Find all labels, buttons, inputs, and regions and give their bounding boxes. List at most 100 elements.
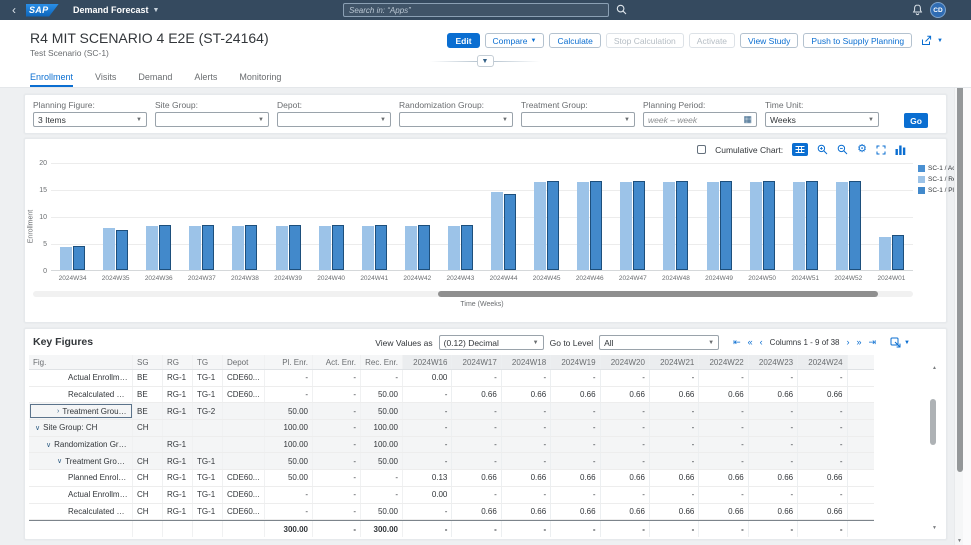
week-value-cell[interactable]: - bbox=[699, 453, 748, 469]
week-value-cell[interactable]: - bbox=[403, 387, 452, 403]
activate-button[interactable]: Activate bbox=[689, 33, 735, 48]
week-value-cell[interactable]: - bbox=[551, 420, 600, 436]
bar-pl-enr[interactable] bbox=[159, 225, 171, 270]
week-value-cell[interactable]: 0.66 bbox=[601, 504, 650, 520]
week-value-cell[interactable]: - bbox=[601, 453, 650, 469]
column-header[interactable]: Fig. bbox=[29, 355, 133, 369]
bar-pl-enr[interactable] bbox=[633, 181, 645, 270]
bar-rec-enr[interactable] bbox=[707, 182, 719, 270]
bar-rec-enr[interactable] bbox=[146, 226, 158, 270]
act-enr-cell[interactable]: - bbox=[313, 370, 361, 386]
sg-cell[interactable]: BE bbox=[133, 403, 163, 419]
column-header[interactable]: 2024W16 bbox=[403, 355, 452, 369]
rg-cell[interactable]: RG-1 bbox=[163, 387, 193, 403]
share-icon[interactable] bbox=[921, 35, 932, 46]
week-value-cell[interactable]: 0.66 bbox=[798, 387, 847, 403]
bar-rec-enr[interactable] bbox=[60, 247, 72, 270]
collapse-row-icon[interactable]: ∨ bbox=[57, 457, 62, 465]
chart-horizontal-scrollbar[interactable] bbox=[33, 291, 913, 297]
rec-enr-cell[interactable]: - bbox=[361, 470, 403, 486]
act-enr-cell[interactable]: - bbox=[313, 504, 361, 520]
scroll-down-icon[interactable]: ▼ bbox=[930, 525, 939, 531]
avatar[interactable]: CD bbox=[930, 2, 946, 18]
week-value-cell[interactable]: - bbox=[403, 420, 452, 436]
bar-rec-enr[interactable] bbox=[103, 228, 115, 270]
sg-cell[interactable]: CH bbox=[133, 453, 163, 469]
bar-pl-enr[interactable] bbox=[504, 194, 516, 270]
week-value-cell[interactable]: - bbox=[650, 403, 699, 419]
chevron-down-icon[interactable]: ▼ bbox=[153, 7, 160, 14]
act-enr-cell[interactable]: - bbox=[313, 387, 361, 403]
week-value-cell[interactable]: - bbox=[798, 370, 847, 386]
fig-cell[interactable]: ∨Randomization Group: RG-1 bbox=[29, 437, 133, 453]
column-header[interactable]: TG bbox=[193, 355, 223, 369]
week-value-cell[interactable]: - bbox=[551, 437, 600, 453]
fast-next-icon[interactable]: » bbox=[856, 338, 861, 347]
bar-pl-enr[interactable] bbox=[763, 181, 775, 270]
last-page-icon[interactable]: ⇥ bbox=[869, 338, 877, 347]
bar-rec-enr[interactable] bbox=[750, 182, 762, 270]
bar-pl-enr[interactable] bbox=[547, 181, 559, 270]
rec-enr-cell[interactable]: 100.00 bbox=[361, 437, 403, 453]
column-header[interactable]: Rec. Enr. bbox=[361, 355, 403, 369]
compare-button[interactable]: Compare▼ bbox=[485, 33, 545, 48]
week-value-cell[interactable]: 0.66 bbox=[749, 470, 798, 486]
bar-pl-enr[interactable] bbox=[116, 230, 128, 271]
week-value-cell[interactable]: - bbox=[798, 453, 847, 469]
week-value-cell[interactable]: - bbox=[452, 420, 501, 436]
act-enr-cell[interactable]: - bbox=[313, 403, 361, 419]
column-header[interactable]: 2024W24 bbox=[798, 355, 847, 369]
week-value-cell[interactable]: - bbox=[699, 487, 748, 503]
week-value-cell[interactable]: - bbox=[798, 487, 847, 503]
bar-rec-enr[interactable] bbox=[448, 226, 460, 270]
column-header[interactable]: 2024W22 bbox=[699, 355, 748, 369]
view-study-button[interactable]: View Study bbox=[740, 33, 798, 48]
pl-enr-cell[interactable]: - bbox=[265, 504, 313, 520]
week-value-cell[interactable]: 0.13 bbox=[403, 470, 452, 486]
go-button[interactable]: Go bbox=[904, 113, 928, 128]
tg-cell[interactable]: TG-1 bbox=[193, 504, 223, 520]
column-header[interactable]: 2024W23 bbox=[749, 355, 798, 369]
week-value-cell[interactable]: - bbox=[650, 420, 699, 436]
week-value-cell[interactable]: - bbox=[502, 370, 551, 386]
column-header[interactable]: RG bbox=[163, 355, 193, 369]
week-value-cell[interactable]: - bbox=[551, 487, 600, 503]
week-value-cell[interactable]: - bbox=[749, 437, 798, 453]
column-header[interactable]: Act. Enr. bbox=[313, 355, 361, 369]
depot-cell[interactable] bbox=[223, 420, 265, 436]
rg-cell[interactable]: RG-1 bbox=[163, 403, 193, 419]
fig-cell[interactable]: Planned Enrollment bbox=[29, 470, 133, 486]
fullscreen-icon[interactable] bbox=[876, 145, 886, 155]
week-value-cell[interactable]: - bbox=[798, 437, 847, 453]
rg-cell[interactable]: RG-1 bbox=[163, 453, 193, 469]
cumulative-chart-checkbox[interactable] bbox=[697, 145, 706, 154]
bar-rec-enr[interactable] bbox=[620, 182, 632, 270]
bar-rec-enr[interactable] bbox=[189, 226, 201, 270]
week-value-cell[interactable]: - bbox=[601, 370, 650, 386]
product-title[interactable]: Demand Forecast bbox=[73, 5, 149, 15]
rg-cell[interactable]: RG-1 bbox=[163, 504, 193, 520]
column-header[interactable]: 2024W19 bbox=[551, 355, 600, 369]
week-value-cell[interactable]: 0.66 bbox=[502, 470, 551, 486]
week-value-cell[interactable]: - bbox=[502, 437, 551, 453]
week-value-cell[interactable]: - bbox=[749, 370, 798, 386]
scrollbar-thumb[interactable] bbox=[438, 291, 878, 297]
depot-cell[interactable]: CDE60... bbox=[223, 370, 265, 386]
tg-cell[interactable]: TG-1 bbox=[193, 453, 223, 469]
pl-enr-cell[interactable]: - bbox=[265, 370, 313, 386]
bar-rec-enr[interactable] bbox=[663, 182, 675, 270]
bar-pl-enr[interactable] bbox=[590, 181, 602, 270]
fig-cell[interactable]: ∨Treatment Group: TG-1 bbox=[29, 453, 133, 469]
week-value-cell[interactable]: - bbox=[452, 403, 501, 419]
column-header[interactable]: SG bbox=[133, 355, 163, 369]
collapse-row-icon[interactable]: ∨ bbox=[46, 441, 51, 449]
depot-cell[interactable]: CDE60... bbox=[223, 470, 265, 486]
table-view-toggle-icon[interactable] bbox=[792, 143, 808, 156]
pl-enr-cell[interactable]: 50.00 bbox=[265, 453, 313, 469]
sg-cell[interactable]: CH bbox=[133, 420, 163, 436]
week-value-cell[interactable]: 0.66 bbox=[452, 387, 501, 403]
week-value-cell[interactable]: - bbox=[650, 437, 699, 453]
fig-cell[interactable]: Recalculated Enro... bbox=[29, 504, 133, 520]
week-value-cell[interactable]: - bbox=[699, 403, 748, 419]
rec-enr-cell[interactable]: - bbox=[361, 487, 403, 503]
